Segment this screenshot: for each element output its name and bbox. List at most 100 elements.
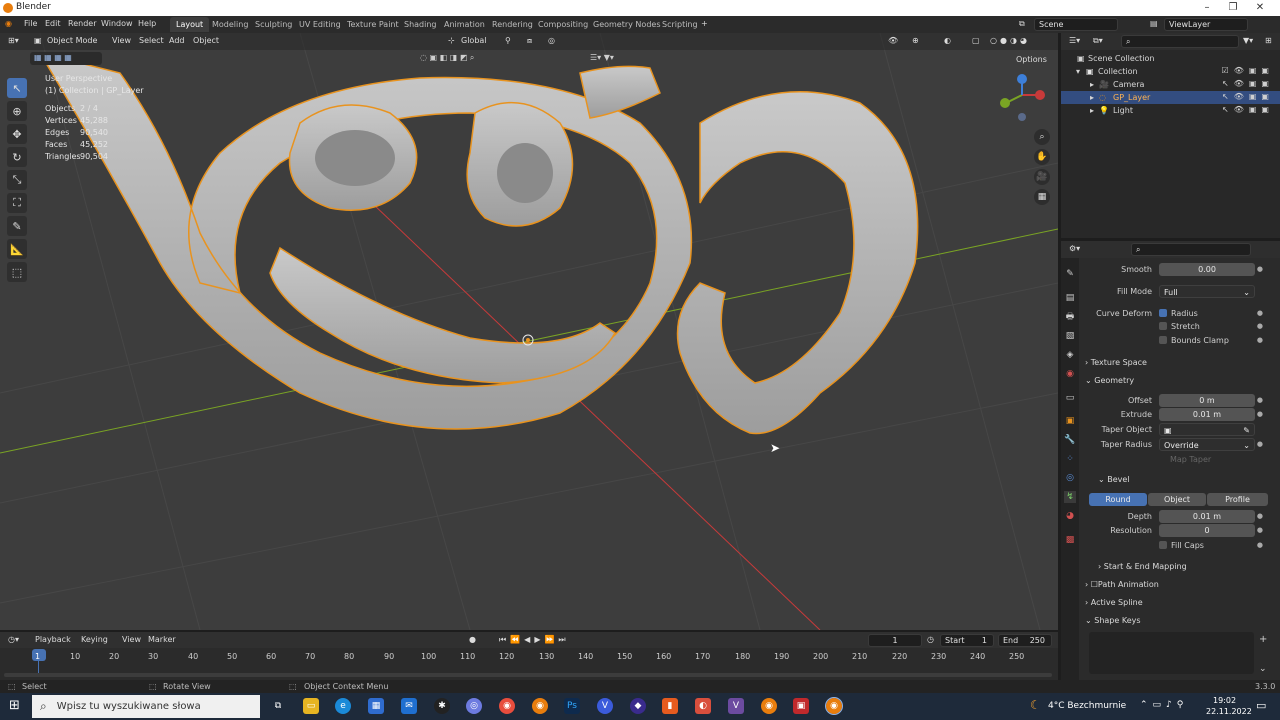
bevel-object-button[interactable]: Object bbox=[1148, 493, 1206, 506]
vpn-icon[interactable]: V bbox=[597, 698, 613, 714]
tab-texture-paint[interactable]: Texture Paint bbox=[341, 17, 405, 32]
tab-compositing[interactable]: Compositing bbox=[532, 17, 594, 32]
geometry-panel[interactable]: ⌄ Geometry bbox=[1085, 376, 1134, 385]
menu-file[interactable]: File bbox=[24, 19, 37, 28]
visibility-toggles-icon[interactable]: ↖👁▣▣ bbox=[1222, 92, 1274, 101]
orientation-selector[interactable]: Global bbox=[461, 36, 487, 45]
view-layer-selector[interactable]: ViewLayer bbox=[1164, 18, 1248, 31]
properties-search-input[interactable]: ⌕ bbox=[1131, 243, 1251, 256]
menu-playback[interactable]: Playback bbox=[35, 635, 71, 644]
animate-dot-icon[interactable]: ● bbox=[1257, 526, 1263, 534]
windows-start-icon[interactable]: ⊞ bbox=[9, 698, 20, 713]
chrome-icon[interactable]: ◉ bbox=[499, 698, 515, 714]
modifier-tab-icon[interactable]: 🔧 bbox=[1064, 434, 1076, 446]
add-workspace-icon[interactable]: + bbox=[701, 19, 708, 28]
ortho-grid-icon[interactable]: ▦ bbox=[1034, 189, 1050, 205]
overlays-icon[interactable]: ◐ bbox=[944, 36, 951, 45]
fill-mode-dropdown[interactable]: Full ⌄ bbox=[1159, 285, 1255, 298]
maximize-button[interactable]: ❐ bbox=[1226, 1, 1240, 15]
snap-icon[interactable]: ⧈ bbox=[527, 36, 532, 46]
minimize-button[interactable]: – bbox=[1200, 1, 1214, 15]
app-icon[interactable]: ▮ bbox=[662, 698, 678, 714]
record-icon[interactable]: ● bbox=[469, 635, 476, 644]
options-dropdown[interactable]: Options bbox=[1016, 55, 1047, 64]
scale-tool-icon[interactable]: ⤡ bbox=[7, 170, 27, 190]
outliner-editor-icon[interactable]: ☰▾ bbox=[1069, 36, 1080, 45]
expand-arrow-icon[interactable]: ▾ bbox=[1076, 67, 1080, 76]
tab-shading[interactable]: Shading bbox=[398, 17, 443, 32]
object-tab-icon[interactable]: ▣ bbox=[1064, 415, 1076, 427]
proportional-edit-icon[interactable]: ◎ bbox=[548, 36, 555, 45]
edge-icon[interactable]: e bbox=[335, 698, 351, 714]
outliner-row-light[interactable]: ▸ 💡 Light ↖👁▣▣ bbox=[1061, 104, 1280, 117]
select-box-icon[interactable]: ▦ ▦ ▦ ▦ bbox=[34, 53, 72, 62]
visibility-toggles-icon[interactable]: ↖👁▣▣ bbox=[1222, 105, 1274, 114]
menu-window[interactable]: Window bbox=[101, 19, 133, 28]
visual-studio-icon[interactable]: V bbox=[728, 698, 744, 714]
select-mode-icon[interactable]: ◌ ▣ ◧ ◨ ◩ ⌕ bbox=[420, 53, 474, 63]
taskbar-search[interactable]: ⌕ Wpisz tu wyszukiwane słowa bbox=[32, 695, 260, 718]
animate-dot-icon[interactable]: ● bbox=[1257, 541, 1263, 549]
pivot-icon[interactable]: ⚲ bbox=[505, 36, 511, 45]
physics-tab-icon[interactable]: ◎ bbox=[1064, 472, 1076, 484]
navigation-gizmo[interactable] bbox=[1000, 74, 1045, 121]
expand-arrow-icon[interactable]: ▸ bbox=[1090, 80, 1094, 89]
app-icon[interactable]: ◐ bbox=[695, 698, 711, 714]
current-frame-field[interactable]: 1 bbox=[868, 634, 922, 647]
extrude-field[interactable]: 0.01 m bbox=[1159, 408, 1255, 421]
clock-date[interactable]: 22.11.2022 bbox=[1206, 707, 1252, 716]
app-icon[interactable]: ▣ bbox=[793, 698, 809, 714]
menu-marker[interactable]: Marker bbox=[148, 635, 176, 644]
tab-uv-editing[interactable]: UV Editing bbox=[293, 17, 347, 32]
mode-selector[interactable]: Object Mode bbox=[47, 36, 97, 45]
stretch-checkbox[interactable] bbox=[1159, 322, 1167, 330]
menu-edit[interactable]: Edit bbox=[45, 19, 61, 28]
bevel-panel[interactable]: ⌄ Bevel bbox=[1098, 475, 1130, 484]
bounds-clamp-checkbox[interactable] bbox=[1159, 336, 1167, 344]
animate-dot-icon[interactable]: ● bbox=[1257, 265, 1263, 273]
end-frame-field[interactable]: End 250 bbox=[998, 634, 1052, 647]
tab-scripting[interactable]: Scripting bbox=[656, 17, 704, 32]
blender-taskbar-icon[interactable]: ◉ bbox=[761, 698, 777, 714]
weather-text[interactable]: 4°C Bezchmurnie bbox=[1048, 701, 1126, 711]
3d-viewport[interactable] bbox=[0, 33, 1058, 630]
menu-view[interactable]: View bbox=[112, 36, 131, 45]
timeline-editor-icon[interactable]: ◷▾ bbox=[8, 635, 19, 644]
animate-dot-icon[interactable]: ● bbox=[1257, 410, 1263, 418]
visibility-icon[interactable]: 👁 bbox=[888, 36, 898, 45]
animate-dot-icon[interactable]: ● bbox=[1257, 309, 1263, 317]
camera-view-icon[interactable]: 🎥 bbox=[1034, 169, 1050, 185]
particles-tab-icon[interactable]: ⁘ bbox=[1064, 453, 1076, 465]
smooth-field[interactable]: 0.00 bbox=[1159, 263, 1255, 276]
animate-dot-icon[interactable]: ● bbox=[1257, 396, 1263, 404]
timeline-scrollbar[interactable] bbox=[4, 673, 1052, 677]
task-view-icon[interactable]: ⧉ bbox=[270, 698, 286, 714]
taper-radius-dropdown[interactable]: Override ⌄ bbox=[1159, 438, 1255, 451]
scene-tab-icon[interactable]: ◈ bbox=[1064, 349, 1076, 361]
add-cube-tool-icon[interactable]: ⬚ bbox=[7, 262, 27, 282]
tab-layout[interactable]: Layout bbox=[170, 17, 210, 32]
tab-modeling[interactable]: Modeling bbox=[206, 17, 254, 32]
system-tray-icons[interactable]: ⌃▭♪⚲ bbox=[1140, 700, 1188, 710]
view-layer-tab-icon[interactable]: ▧ bbox=[1064, 330, 1076, 342]
playback-controls-icon[interactable]: ⏮⏪◀▶⏩⏭ bbox=[499, 635, 570, 645]
gp-layer-mesh[interactable] bbox=[38, 51, 919, 435]
menu-render[interactable]: Render bbox=[68, 19, 96, 28]
outliner-filter-icon[interactable]: ▼▾ bbox=[1243, 36, 1253, 45]
properties-editor-icon[interactable]: ⚙▾ bbox=[1069, 244, 1080, 253]
tool-tab-icon[interactable]: ✎ bbox=[1064, 268, 1076, 280]
menu-help[interactable]: Help bbox=[138, 19, 156, 28]
blender-active-taskbar-icon[interactable]: ◉ bbox=[825, 697, 843, 715]
eyedropper-icon[interactable]: ✎ bbox=[1243, 424, 1250, 437]
tab-animation[interactable]: Animation bbox=[438, 17, 491, 32]
photoshop-icon[interactable]: Ps bbox=[564, 698, 580, 714]
curve-data-tab-icon[interactable]: ↯ bbox=[1064, 491, 1076, 503]
menu-keying[interactable]: Keying bbox=[81, 635, 108, 644]
texture-space-panel[interactable]: › Texture Space bbox=[1085, 358, 1147, 367]
app-icon[interactable]: ◎ bbox=[466, 698, 482, 714]
app-icon[interactable]: ◆ bbox=[630, 698, 646, 714]
animate-dot-icon[interactable]: ● bbox=[1257, 440, 1263, 448]
preview-range-icon[interactable]: ◷ bbox=[927, 635, 934, 644]
outliner-row-gp-layer[interactable]: ▸ ◌ GP_Layer ↖👁▣▣ bbox=[1061, 91, 1280, 104]
start-end-mapping-panel[interactable]: › Start & End Mapping bbox=[1098, 562, 1187, 571]
